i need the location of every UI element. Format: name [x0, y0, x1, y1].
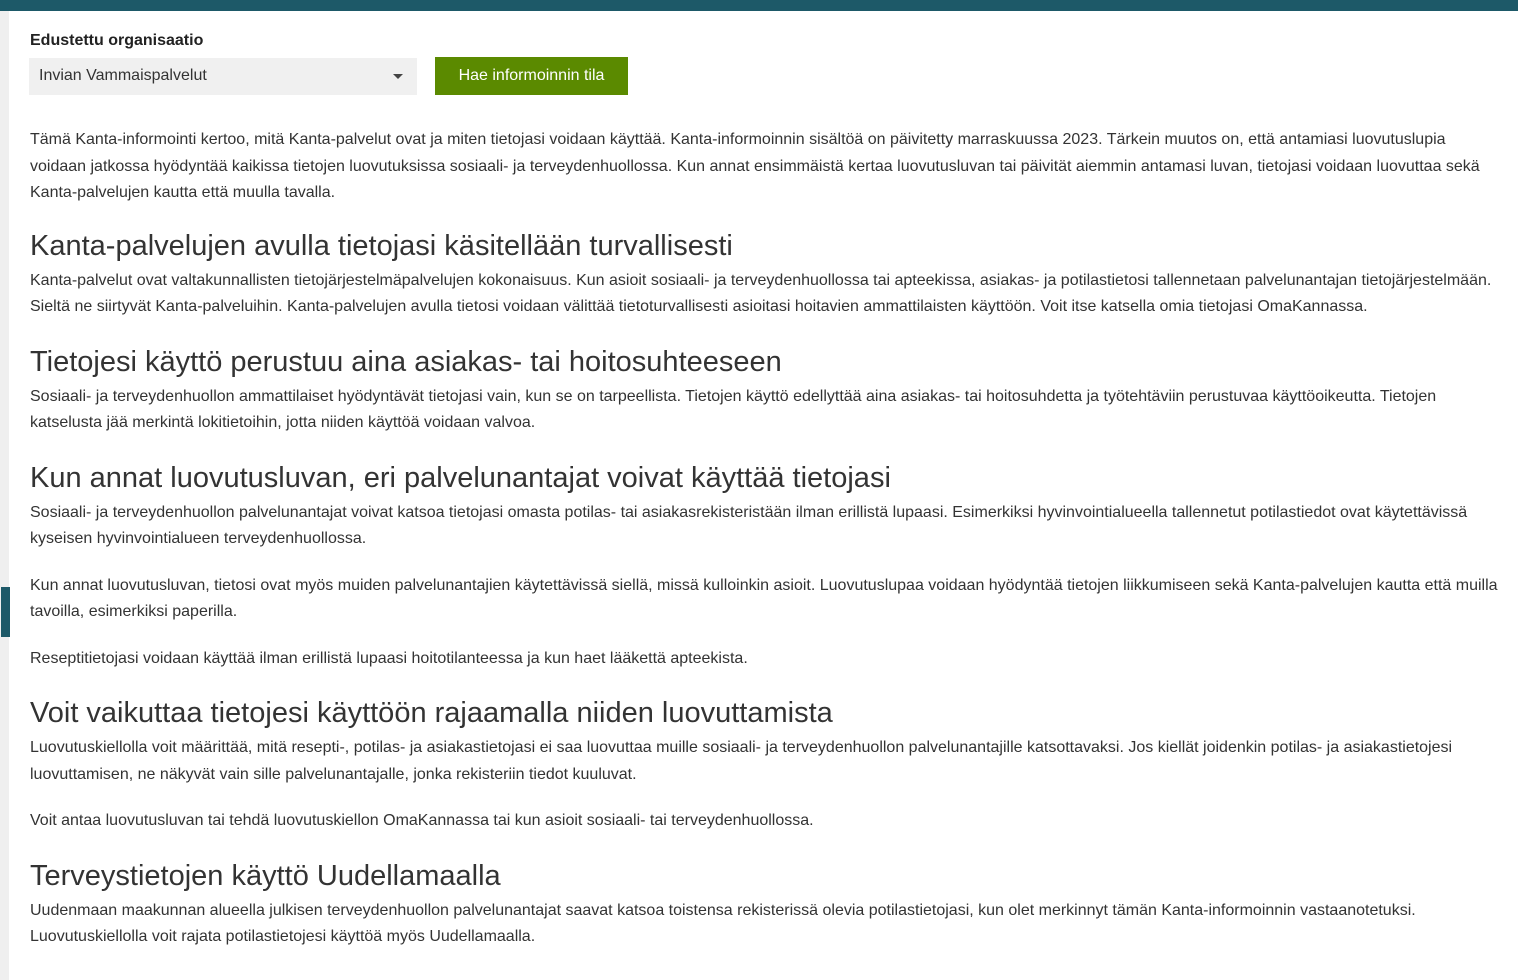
section-paragraph: Sosiaali- ja terveydenhuollon ammattilai…	[30, 387, 1437, 432]
organization-row: Invian Vammaispalvelut Hae informoinnin …	[29, 57, 1505, 95]
section-heading-disclosure-permission: Kun annat luovutusluvan, eri palvelunant…	[30, 461, 891, 494]
section-paragraph: Kanta-palvelut ovat valtakunnallisten ti…	[30, 271, 1492, 316]
organization-select[interactable]: Invian Vammaispalvelut	[29, 57, 417, 95]
top-accent-bar	[0, 0, 1518, 11]
section-heading-care-relationship: Tietojesi käyttö perustuu aina asiakas- …	[30, 345, 782, 378]
intro-paragraph: Tämä Kanta-informointi kertoo, mitä Kant…	[30, 131, 1480, 201]
section-heading-secure-processing: Kanta-palvelujen avulla tietojasi käsite…	[30, 229, 733, 262]
left-rail-marker	[1, 587, 10, 637]
organization-select-value: Invian Vammaispalvelut	[39, 67, 207, 84]
organization-label: Edustettu organisaatio	[30, 32, 204, 49]
chevron-down-icon	[393, 73, 403, 79]
fetch-status-button[interactable]: Hae informoinnin tila	[435, 57, 628, 95]
section-paragraph: Reseptitietojasi voidaan käyttää ilman e…	[30, 649, 748, 667]
section-paragraph: Uudenmaan maakunnan alueella julkisen te…	[30, 901, 1416, 946]
section-heading-restrict-disclosure: Voit vaikuttaa tietojesi käyttöön rajaam…	[30, 697, 833, 729]
section-paragraph: Sosiaali- ja terveydenhuollon palvelunan…	[30, 503, 1468, 548]
section-paragraph: Kun annat luovutusluvan, tietosi ovat my…	[30, 576, 1498, 621]
left-scroll-rail	[0, 11, 9, 980]
section-paragraph: Voit antaa luovutusluvan tai tehdä luovu…	[30, 812, 814, 829]
section-heading-uusimaa: Terveystietojen käyttö Uudellamaalla	[30, 859, 501, 892]
section-paragraph: Luovutuskiellolla voit määrittää, mitä r…	[30, 739, 1453, 783]
main-content: Edustettu organisaatio Invian Vammaispal…	[29, 30, 1505, 951]
